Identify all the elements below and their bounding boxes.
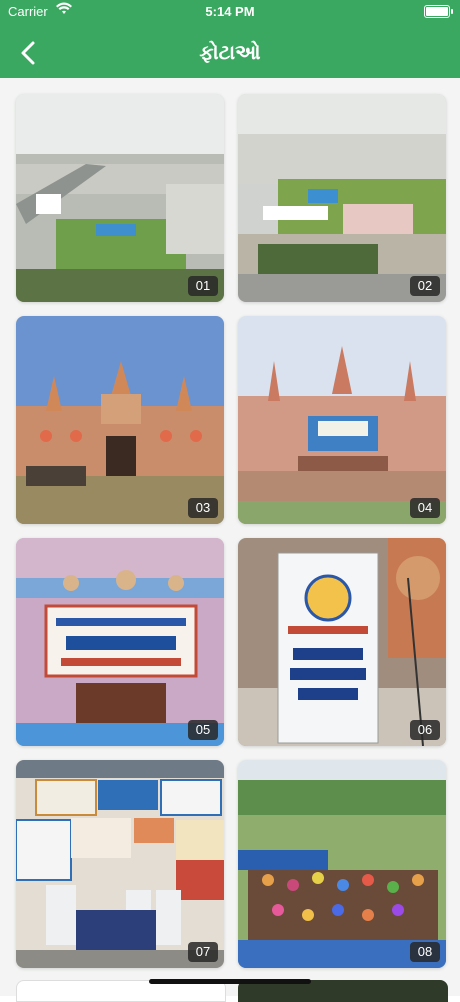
photo-number: 06 — [410, 720, 440, 740]
photo-number: 07 — [188, 942, 218, 962]
photo-palace-stage — [238, 316, 446, 524]
photo-grid: 01 02 03 04 05 06 07 08 — [0, 78, 460, 1002]
photo-stage-banner — [238, 538, 446, 746]
top-bar: Carrier 5:14 PM ફોટાઓ — [0, 0, 460, 78]
status-bar: Carrier 5:14 PM — [0, 0, 460, 24]
photo-group-gathering — [238, 760, 446, 968]
photo-banner-gate — [16, 538, 224, 746]
photo-palace-gate — [16, 316, 224, 524]
photo-number: 05 — [188, 720, 218, 740]
photo-tile[interactable]: 02 — [238, 94, 446, 302]
photo-tile[interactable]: 03 — [16, 316, 224, 524]
battery-icon — [424, 5, 453, 18]
photo-exhibition-stall — [16, 760, 224, 968]
page-title: ફોટાઓ — [199, 40, 261, 64]
navigation-bar: ફોટાઓ — [0, 28, 460, 78]
photo-tile[interactable]: 07 — [16, 760, 224, 968]
photo-number: 03 — [188, 498, 218, 518]
photo-tile[interactable]: 01 — [16, 94, 224, 302]
home-indicator[interactable] — [149, 979, 311, 984]
photo-number: 08 — [410, 942, 440, 962]
photo-tile[interactable]: 08 — [238, 760, 446, 968]
photo-tile[interactable]: 06 — [238, 538, 446, 746]
photo-number: 02 — [410, 276, 440, 296]
photo-number: 04 — [410, 498, 440, 518]
status-time: 5:14 PM — [205, 4, 255, 19]
photo-number: 01 — [188, 276, 218, 296]
photo-tile[interactable]: 04 — [238, 316, 446, 524]
photo-aerial-ground — [16, 94, 224, 302]
photo-aerial-venue — [238, 94, 446, 302]
photo-tile[interactable]: 05 — [16, 538, 224, 746]
